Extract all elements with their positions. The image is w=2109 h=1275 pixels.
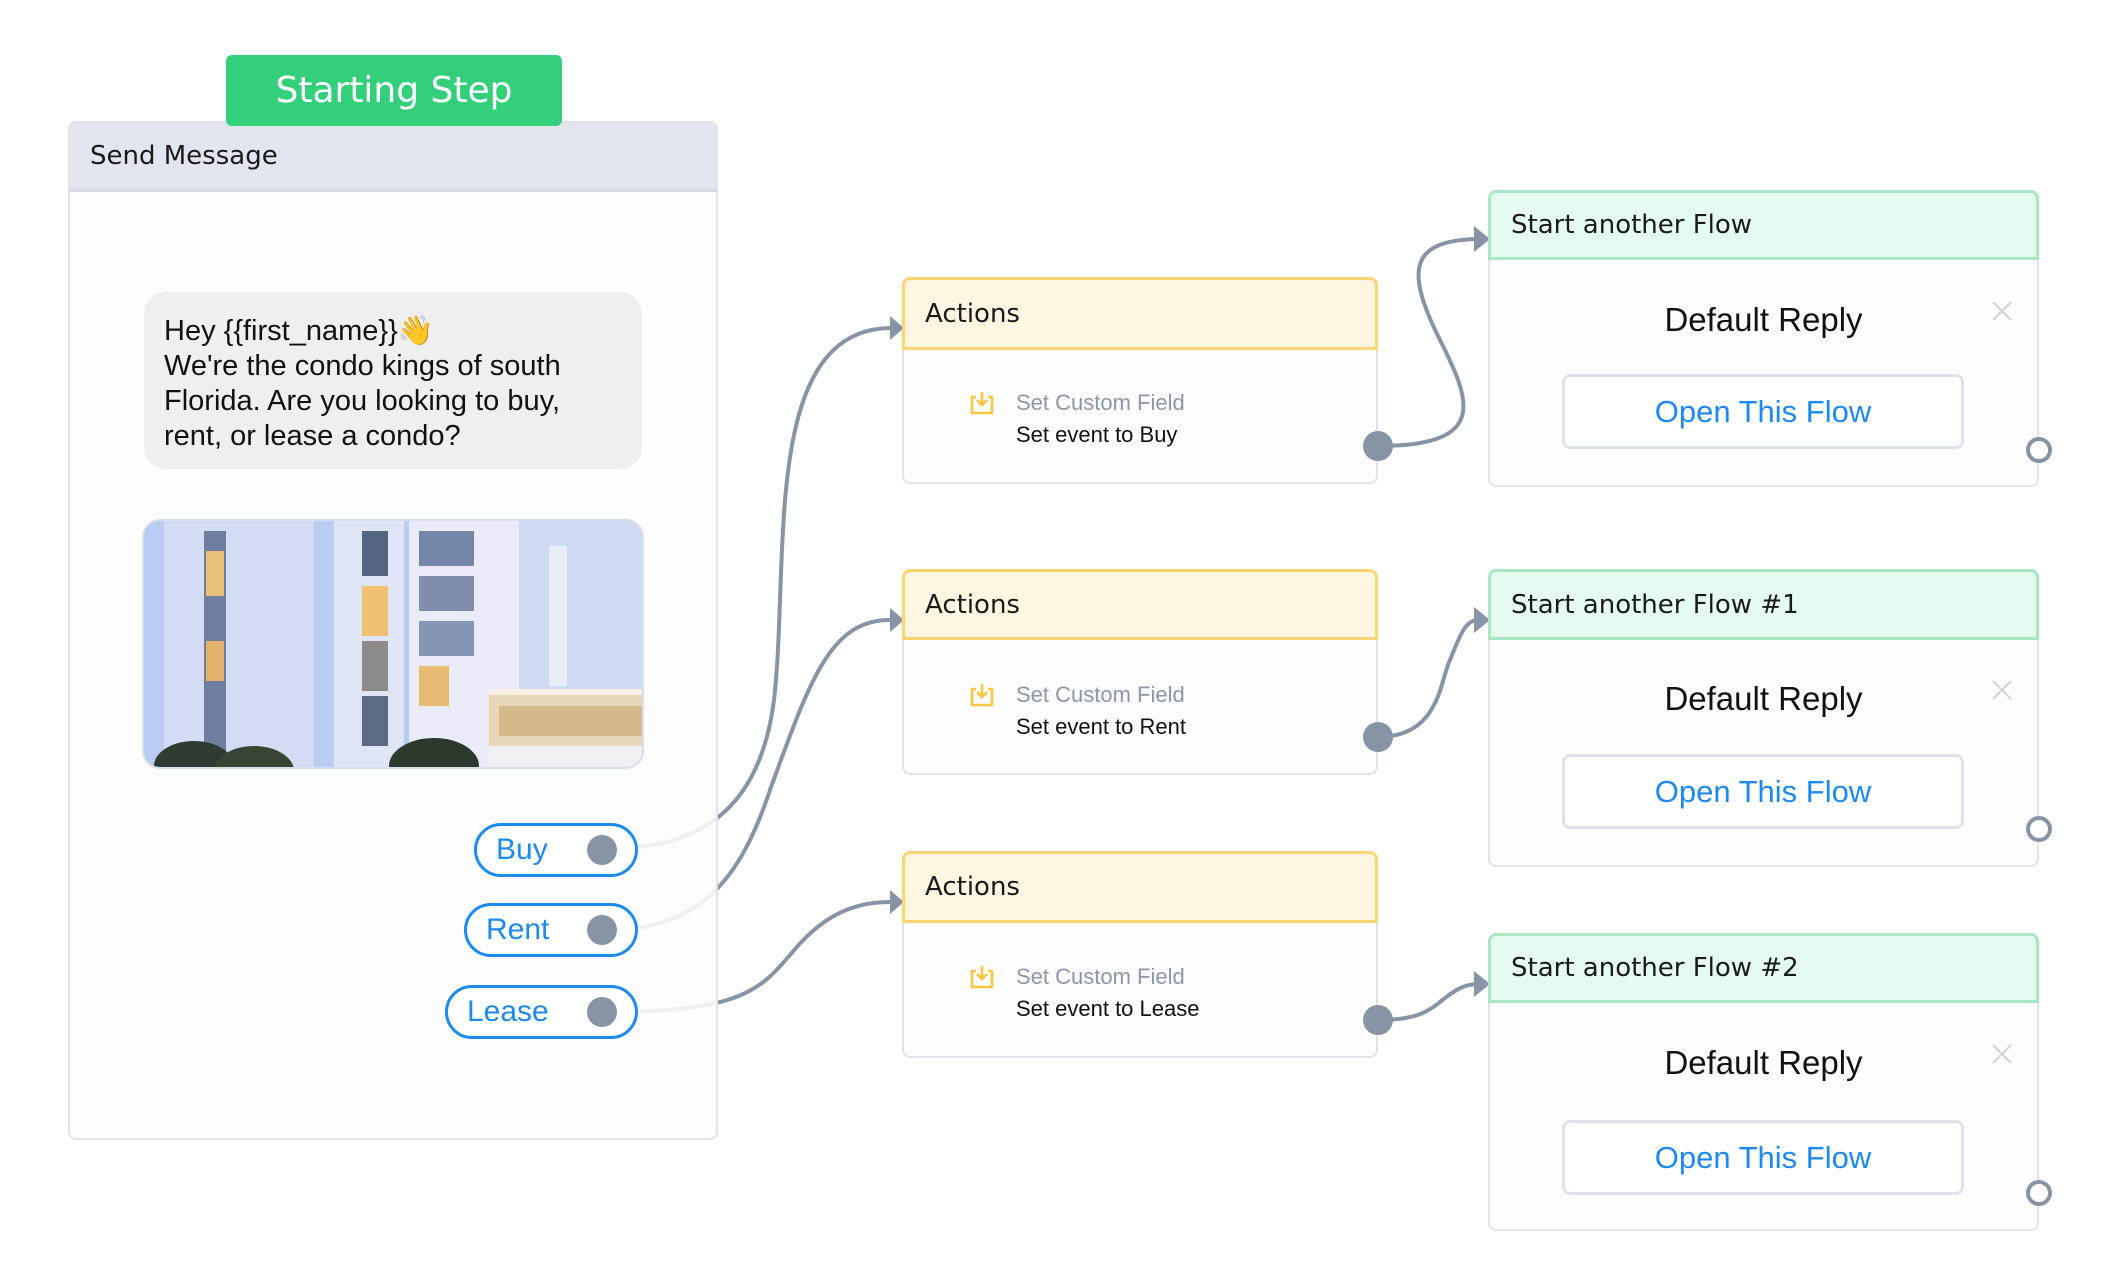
node-header[interactable]: Actions [902,569,1378,640]
download-icon [970,966,994,989]
connector-actions-3-to-flow-3 [1377,982,1477,1022]
output-connector-dot[interactable] [1363,722,1393,752]
open-flow-button[interactable]: Open This Flow [1562,374,1964,449]
node-title: Start another Flow #1 [1511,589,1799,620]
flow-name: Default Reply [1664,680,1863,717]
node-header[interactable]: Start another Flow #2 [1488,933,2039,1003]
starting-step-badge: Starting Step [226,55,562,126]
action-type: Set Custom Field [1016,390,1185,415]
node-header[interactable]: Start another Flow [1488,190,2039,260]
output-connector-dot[interactable] [587,997,617,1027]
message-bubble[interactable]: Hey {{first_name}}👋 We're the condo king… [144,292,642,469]
node-header[interactable]: Actions [902,277,1378,350]
actions-node-3[interactable]: Actions Set Custom Field Set event to Le… [902,851,1378,1058]
output-connector-ring[interactable] [2026,816,2052,842]
condo-photo-illustration [144,521,642,767]
quick-reply-lease[interactable]: Lease [445,985,638,1039]
actions-node-1[interactable]: Actions Set Custom Field Set event to Bu… [902,277,1378,484]
action-item[interactable]: Set Custom Field Set event to Buy [968,387,1185,451]
button-label: Lease [467,995,549,1028]
actions-node-2[interactable]: Actions Set Custom Field Set event to Re… [902,569,1378,775]
button-label: Buy [496,833,548,866]
output-connector-ring[interactable] [2026,1180,2052,1206]
action-item[interactable]: Set Custom Field Set event to Rent [968,679,1186,743]
action-value: Set event to Lease [1016,996,1200,1021]
node-header[interactable]: Send Message [68,121,718,192]
open-flow-button[interactable]: Open This Flow [1562,754,1964,829]
connector-actions-2-to-flow-2 [1377,618,1477,739]
node-title: Actions [925,872,1020,902]
output-connector-dot[interactable] [1363,431,1393,461]
close-icon[interactable] [1991,679,2013,701]
node-title: Send Message [90,141,278,171]
open-flow-button[interactable]: Open This Flow [1562,1120,1964,1195]
start-flow-node-1[interactable]: Start another Flow Default Reply Open Th… [1488,190,2039,487]
flow-name: Default Reply [1664,1044,1863,1081]
quick-reply-buy[interactable]: Buy [474,823,638,877]
output-connector-dot[interactable] [1363,1005,1393,1035]
close-icon[interactable] [1991,300,2013,322]
quick-reply-rent[interactable]: Rent [464,903,638,957]
output-connector-dot[interactable] [587,835,617,865]
action-item[interactable]: Set Custom Field Set event to Lease [968,961,1199,1025]
node-title: Actions [925,298,1020,329]
action-type: Set Custom Field [1016,964,1185,989]
connector-actions-1-to-flow-1 [1377,237,1477,448]
action-value: Set event to Buy [1016,422,1178,447]
node-header[interactable]: Actions [902,851,1378,923]
flow-name: Default Reply [1664,301,1863,338]
node-header[interactable]: Start another Flow #1 [1488,569,2039,640]
download-icon [970,684,994,707]
node-title: Actions [925,589,1020,620]
output-connector-ring[interactable] [2026,437,2052,463]
action-value: Set event to Rent [1016,714,1186,739]
download-icon [970,392,994,415]
start-flow-node-3[interactable]: Start another Flow #2 Default Reply Open… [1488,933,2039,1231]
button-label: Rent [486,913,550,946]
node-title: Start another Flow #2 [1511,953,1799,983]
close-icon[interactable] [1991,1043,2013,1065]
condo-building-image[interactable] [142,519,644,769]
action-type: Set Custom Field [1016,682,1185,707]
node-title: Start another Flow [1511,210,1753,240]
start-flow-node-2[interactable]: Start another Flow #1 Default Reply Open… [1488,569,2039,867]
output-connector-dot[interactable] [587,915,617,945]
